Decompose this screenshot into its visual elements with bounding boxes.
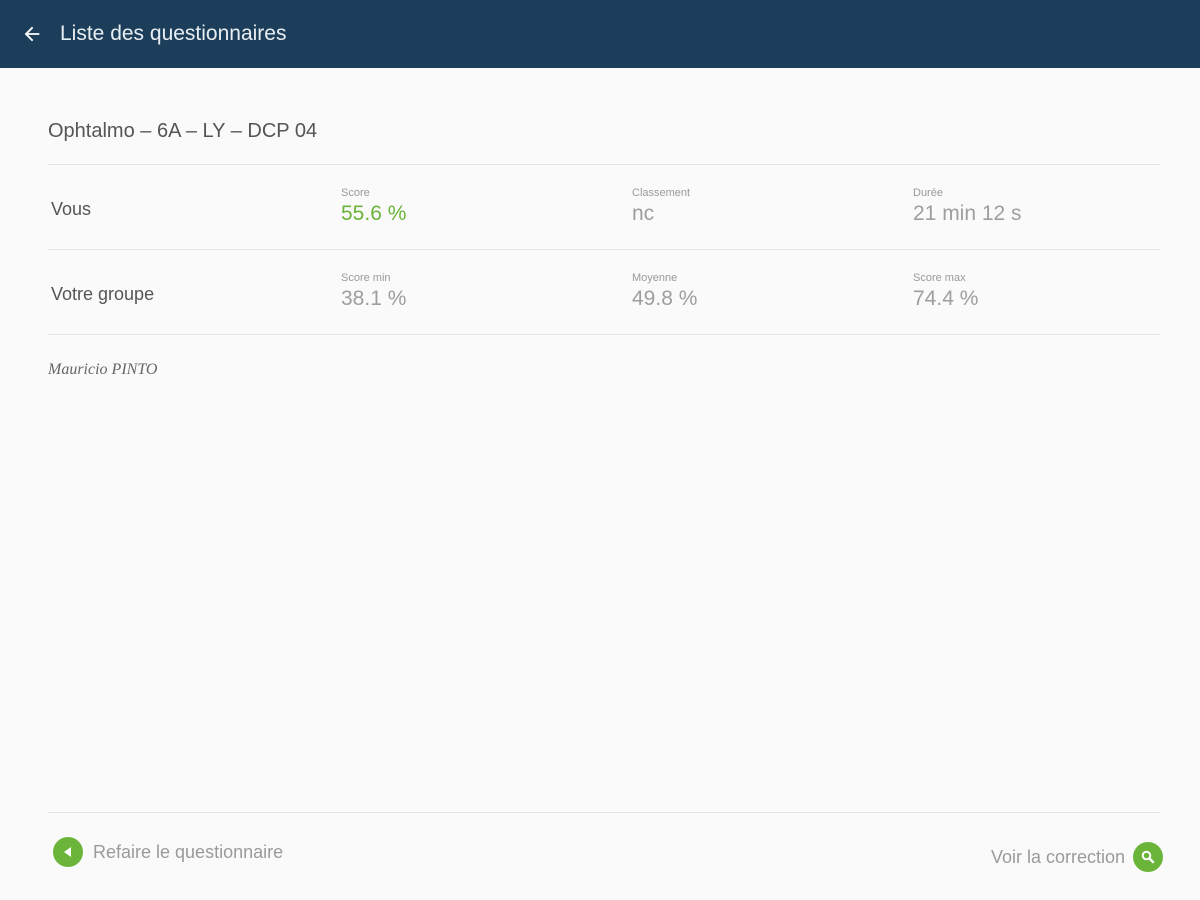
results-panel: Ophtalmo – 6A – LY – DCP 04 Vous Score 5…: [48, 68, 1160, 379]
redo-quiz-label: Refaire le questionnaire: [93, 841, 284, 862]
footer-divider: [48, 812, 1160, 813]
group-results-row: Votre groupe Score min 38.1 % Moyenne 49…: [48, 250, 1160, 335]
see-correction-label: Voir la correction: [990, 846, 1125, 867]
stat-duration: Durée 21 min 12 s: [913, 187, 1022, 226]
app-bar: Liste des questionnaires: [0, 0, 1200, 68]
stat-caption: Score min: [341, 272, 391, 284]
stat-caption: Score max: [913, 272, 966, 284]
author-name: Mauricio PINTO: [48, 361, 158, 378]
stat-ranking: Classement nc: [632, 187, 690, 226]
stat-value: 74.4 %: [913, 287, 979, 310]
stat-score: Score 55.6 %: [341, 187, 406, 226]
stat-score-min: Score min 38.1 %: [341, 272, 406, 311]
stat-caption: Durée: [913, 187, 943, 199]
redo-quiz-button[interactable]: Refaire le questionnaire: [53, 837, 283, 867]
row-label-group: Votre groupe: [51, 284, 155, 304]
stat-average: Moyenne 49.8 %: [632, 272, 697, 311]
stat-caption: Score: [341, 187, 370, 199]
stat-score-max: Score max 74.4 %: [913, 272, 978, 311]
stat-caption: Moyenne: [632, 272, 678, 284]
stat-value: 55.6 %: [341, 202, 407, 225]
page-title: Liste des questionnaires: [60, 22, 287, 45]
row-label-you: Vous: [51, 199, 92, 219]
stat-value: 21 min 12 s: [913, 202, 1022, 225]
stat-value: 38.1 %: [341, 287, 407, 310]
play-back-icon: [53, 837, 83, 867]
stat-value: nc: [632, 202, 655, 225]
stat-caption: Classement: [632, 187, 691, 199]
back-button[interactable]: [0, 0, 64, 68]
your-results-row: Vous Score 55.6 % Classement nc Durée 21…: [48, 165, 1160, 250]
quiz-title: Ophtalmo – 6A – LY – DCP 04: [48, 68, 1160, 165]
search-icon: [1133, 842, 1163, 872]
see-correction-button[interactable]: Voir la correction: [991, 842, 1163, 872]
stat-value: 49.8 %: [632, 287, 698, 310]
arrow-back-icon: [24, 26, 40, 42]
